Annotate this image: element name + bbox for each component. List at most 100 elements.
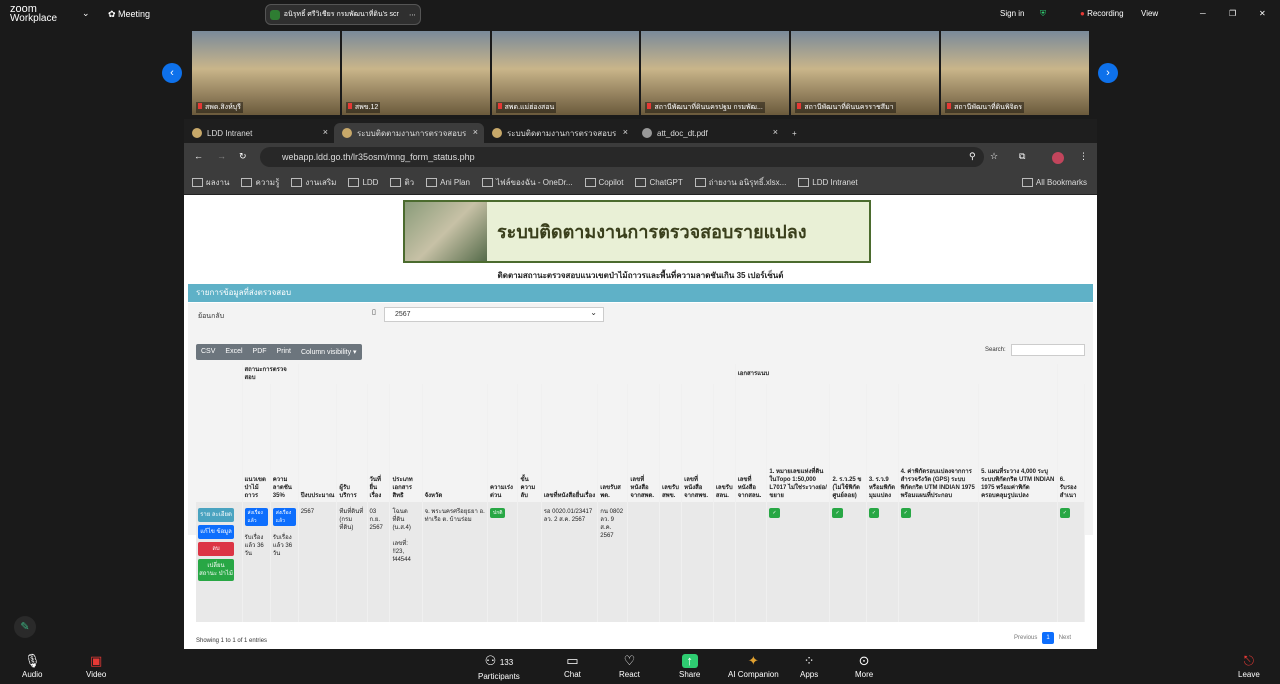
column-header[interactable]: เลขที่หนังสือจากสพด. <box>627 384 661 502</box>
tab-pdf[interactable]: att_doc_dt.pdf × <box>634 123 784 143</box>
participants-button[interactable]: ⚇ 133 Participants <box>478 654 520 682</box>
recording-indicator[interactable]: ● Recording <box>1080 9 1124 18</box>
menu-icon[interactable]: ⋮ <box>1079 151 1088 162</box>
address-bar: ← → ↻ webapp.ldd.go.th/lr35osm/mng_form_… <box>184 143 1097 171</box>
leave-button[interactable]: ⎋ Leave <box>1238 654 1260 680</box>
view-button[interactable]: View <box>1141 9 1158 18</box>
column-header[interactable]: ขั้นความลับ <box>517 384 542 502</box>
prev-page-arrow[interactable]: ‹ <box>162 63 182 83</box>
minimize-icon[interactable]: ─ <box>1200 9 1206 18</box>
tab-ldd-intranet[interactable]: LDD Intranet × <box>184 123 334 143</box>
participant-video[interactable]: สถานีพัฒนาที่ดินนครปฐม กรมพัฒ... <box>641 31 790 115</box>
new-tab-button[interactable]: + <box>784 123 814 143</box>
bookmark-item[interactable]: ความรู้ <box>241 176 279 189</box>
export-button[interactable]: Column visibility ▾ <box>296 344 362 360</box>
participant-video[interactable]: สพด.แม่ฮ่องสอน <box>491 31 640 115</box>
column-header[interactable]: เลขที่หนังสือจากสลน. <box>735 384 768 502</box>
column-header[interactable]: เลขรับสพข. <box>659 384 683 502</box>
edit-button[interactable]: แก้ไข ข้อมูล <box>198 525 234 539</box>
reload-icon[interactable]: ↻ <box>239 151 247 162</box>
meeting-menu[interactable]: ✿ Meeting <box>108 9 150 20</box>
url-field[interactable]: webapp.ldd.go.th/lr35osm/mng_form_status… <box>260 147 984 167</box>
tab-tracking-2[interactable]: ระบบติดตามงานการตรวจสอบราย × <box>484 123 634 143</box>
search-input[interactable] <box>1011 344 1085 356</box>
prev-page-button[interactable]: Previous <box>1014 635 1037 641</box>
column-header[interactable]: ความเร่งด่วน <box>487 384 519 502</box>
chevron-down-icon[interactable]: ⌄ <box>82 8 90 19</box>
bookmark-item[interactable]: Copilot <box>585 178 624 187</box>
column-header[interactable]: แนวเขตป่าไม้ถาวร <box>242 384 271 502</box>
column-header[interactable]: ผู้รับบริการ <box>336 384 368 502</box>
column-header[interactable]: เลขที่หนังสือจากสพข. <box>681 384 714 502</box>
bookmark-item[interactable]: Ani Plan <box>426 178 470 187</box>
export-button[interactable]: Excel <box>220 344 247 360</box>
participant-video[interactable]: สพด.สิงห์บุรี <box>192 31 340 115</box>
heart-icon: ♡ <box>623 653 636 668</box>
table-row[interactable]: ราย ละเอียด แก้ไข ข้อมูล ลบ เปลี่ยน สถาน… <box>196 502 1086 622</box>
change-status-button[interactable]: เปลี่ยน สถานะ ป่าไม้ <box>198 559 234 581</box>
shield-icon: ⛨ <box>1040 9 1046 18</box>
tab-tracking-1[interactable]: ระบบติดตามงานการตรวจสอบราย × <box>334 123 484 143</box>
detail-button[interactable]: ราย ละเอียด <box>198 508 234 522</box>
more-button[interactable]: ⊙ More <box>855 654 873 680</box>
chat-button[interactable]: ▭ Chat <box>564 654 581 680</box>
star-icon[interactable]: ☆ <box>990 151 998 162</box>
column-header[interactable]: เลขรับสลน. <box>713 384 736 502</box>
column-header[interactable]: 4. ค่าพิกัดรอบแปลงจากการสำรวจรังวัด (GPS… <box>898 384 980 502</box>
close-icon[interactable]: ✕ <box>1259 9 1266 18</box>
export-button[interactable]: CSV <box>196 344 220 360</box>
participant-video[interactable]: สถานีพัฒนาที่ดินนครราชสีมา <box>791 31 940 115</box>
screen-share-pill[interactable]: อนิรุทธิ์ ศรีวิเชียร กรมพัฒนาที่ดิน's sc… <box>265 4 421 25</box>
pagination: Previous 1 Next <box>1014 632 1071 644</box>
column-header[interactable]: 6. รับรองสำเนา <box>1057 384 1086 502</box>
column-header[interactable]: 2. ร.ว.25 ข (ไม่ใช้พิกัดศูนย์ลอย) <box>829 384 867 502</box>
video-button[interactable]: ▣ Video <box>86 654 106 680</box>
participant-video[interactable]: สถานีพัฒนาที่ดินพิจิตร <box>941 31 1089 115</box>
all-bookmarks-button[interactable]: All Bookmarks <box>1022 178 1087 187</box>
bookmark-item[interactable]: ผลงาน <box>192 176 229 189</box>
back-icon[interactable]: ← <box>194 151 203 161</box>
more-icon[interactable]: ⋯ <box>409 11 416 19</box>
zoom-top-bar: zoom Workplace ⌄ ✿ Meeting อนิรุทธิ์ ศรีว… <box>0 0 1280 30</box>
next-page-arrow[interactable]: › <box>1098 63 1118 83</box>
zoom-lens-icon[interactable]: ⚲ <box>969 151 976 162</box>
back-link[interactable]: ย้อนกลับ <box>198 311 224 322</box>
bookmark-item[interactable]: LDD <box>348 178 378 187</box>
column-header[interactable]: เลขรับสพด. <box>597 384 629 502</box>
column-header[interactable]: ความลาดชัน 35% <box>270 384 299 502</box>
page-1-button[interactable]: 1 <box>1042 632 1054 644</box>
status-table: สถานะการตรวจสอบ เอกสารแนบ แนวเขตป่าไม้ถา… <box>196 364 1086 622</box>
share-button[interactable]: ↑ Share <box>679 654 700 680</box>
column-header[interactable]: วันที่ยื่นเรื่อง <box>367 384 391 502</box>
column-header[interactable]: เลขที่หนังสือยื่นเรื่อง <box>541 384 599 502</box>
export-button[interactable]: Print <box>272 344 296 360</box>
apps-button[interactable]: ⁘ Apps <box>800 654 818 680</box>
avatar[interactable] <box>1052 152 1064 164</box>
delete-button[interactable]: ลบ <box>198 542 234 556</box>
bookmark-item[interactable]: LDD Intranet <box>798 178 857 187</box>
react-button[interactable]: ♡ React <box>619 653 640 680</box>
column-header[interactable]: ประเภทเอกสารสิทธิ <box>389 384 423 502</box>
bookmark-item[interactable]: ChatGPT <box>635 178 682 187</box>
pen-icon[interactable]: ✎ <box>14 616 36 638</box>
next-page-button[interactable]: Next <box>1059 635 1071 641</box>
bookmark-item[interactable]: ไฟล์ของฉัน - OneDr... <box>482 176 573 189</box>
column-header[interactable]: 1. หมายเลขแห่งที่ดินในTopo 1:50,000 L701… <box>766 384 831 502</box>
bookmark-item[interactable]: ถ่ายงาน อนิรุทธิ์.xlsx... <box>695 176 787 189</box>
extensions-icon[interactable]: ⧉ <box>1019 151 1025 162</box>
export-button[interactable]: PDF <box>248 344 272 360</box>
year-select[interactable]: 2567 <box>384 306 604 322</box>
sign-in-button[interactable]: Sign in <box>1000 9 1024 18</box>
zoom-toolbar: 🎙 Audio ▣ Video ⚇ 133 Participants ▭ Chat ♡ R… <box>0 650 1280 684</box>
audio-button[interactable]: 🎙 Audio <box>22 654 42 680</box>
restore-icon[interactable]: ❐ <box>1229 9 1236 18</box>
participant-video[interactable]: สพข.12 <box>341 31 490 115</box>
column-header[interactable]: 3. ร.ว.9 หรือมพิกัดมุมแปลง <box>866 384 899 502</box>
ai-companion-button[interactable]: ✦ AI Companion <box>728 654 779 680</box>
forward-icon[interactable]: → <box>217 151 226 161</box>
column-header[interactable]: จังหวัด <box>422 384 489 502</box>
bookmark-item[interactable]: ติว <box>390 176 414 189</box>
column-header[interactable]: ปีงบประมาณ <box>298 384 338 502</box>
bookmark-item[interactable]: งานเสริม <box>291 176 336 189</box>
column-header[interactable]: 5. แผนที่ระวาง 4,000 ระบุระบบพิกัดกริด U… <box>978 384 1058 502</box>
